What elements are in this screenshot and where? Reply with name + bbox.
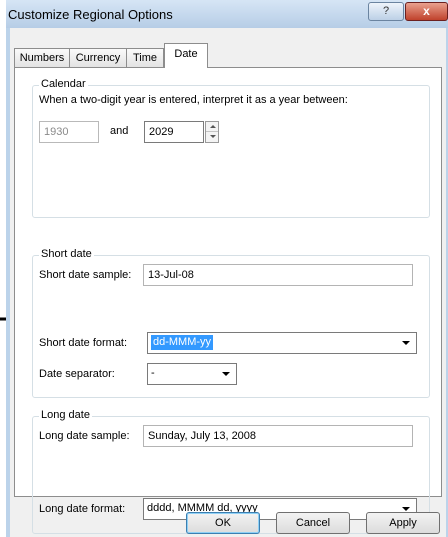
dropdown-arrow-icon[interactable] [402,341,410,345]
short-date-legend: Short date [39,248,94,260]
date-tab-panel: Calendar When a two-digit year is entere… [14,67,442,534]
spin-up-button[interactable] [206,122,218,132]
dialog-window: Customize Regional Options ? x Numbers C… [6,0,448,537]
date-separator-value[interactable]: - [151,366,155,381]
help-button[interactable]: ? [368,2,404,21]
cancel-button[interactable]: Cancel [276,512,350,534]
short-date-sample-field: 13-Jul-08 [143,264,413,286]
long-date-sample-field: Sunday, July 13, 2008 [143,425,413,447]
title-bar[interactable]: Customize Regional Options ? x [6,0,448,28]
long-date-format-label: Long date format: [39,503,126,515]
short-date-format-label: Short date format: [39,337,128,349]
dropdown-arrow-icon[interactable] [222,372,230,376]
dialog-client: Numbers Currency Time Date Calendar When… [10,28,446,537]
start-year-field: 1930 [39,121,99,143]
dropdown-arrow-icon[interactable] [402,507,410,511]
long-date-legend: Long date [39,409,92,421]
arrow-up-icon [210,125,216,128]
long-date-sample-label: Long date sample: [39,430,130,442]
tab-time[interactable]: Time [126,48,164,67]
apply-button[interactable]: Apply [366,512,440,534]
arrow-down-icon [210,135,216,138]
date-separator-label: Date separator: [39,368,115,380]
short-date-sample-label: Short date sample: [39,269,132,281]
short-date-format-value[interactable]: dd-MMM-yy [151,335,214,350]
window-title: Customize Regional Options [8,7,173,22]
end-year-field[interactable]: 2029 [144,121,204,143]
ok-button[interactable]: OK [186,512,260,534]
short-date-format-combo[interactable]: dd-MMM-yy [147,332,417,354]
close-button[interactable]: x [405,2,448,21]
tab-date[interactable]: Date [164,43,208,68]
two-digit-year-instruction: When a two-digit year is entered, interp… [39,94,348,106]
date-separator-combo[interactable]: - [147,363,237,385]
end-year-spinner[interactable] [205,121,219,143]
calendar-group: Calendar When a two-digit year is entere… [32,78,430,218]
and-label: and [110,125,129,137]
short-date-group: Short date Short date sample: 13-Jul-08 … [32,248,430,398]
spin-down-button[interactable] [206,132,218,142]
calendar-legend: Calendar [39,78,88,90]
tab-currency[interactable]: Currency [69,48,127,67]
tab-numbers[interactable]: Numbers [14,48,70,67]
